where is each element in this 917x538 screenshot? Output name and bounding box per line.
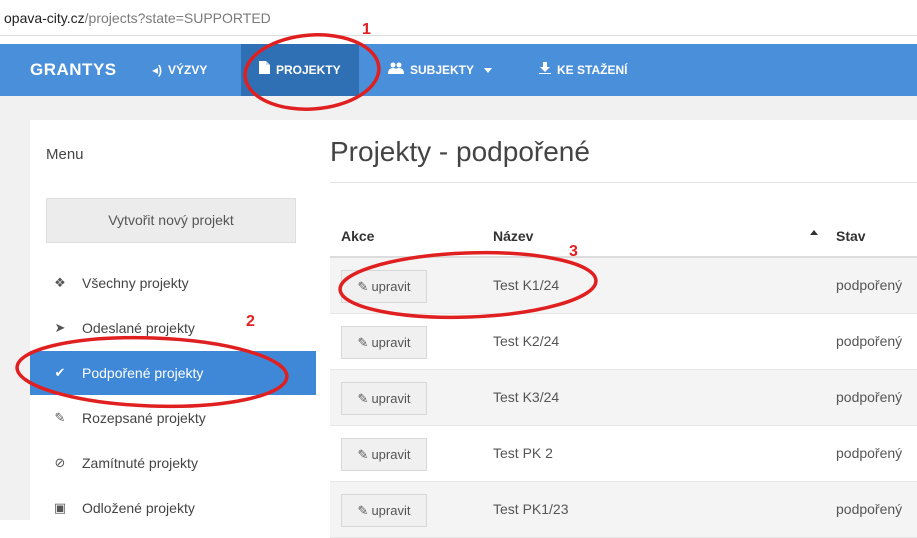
column-header-akce: Akce: [341, 228, 375, 244]
megaphone-icon: ◂): [152, 63, 163, 77]
project-name: Test PK1/23: [493, 501, 569, 517]
annotation-number: 3: [569, 243, 578, 260]
edit-button[interactable]: ✎ upravit: [341, 382, 427, 415]
main-content: Projekty - podpořené Akce Název Stav ✎ up…: [316, 120, 917, 538]
url-path: /projects?state=SUPPORTED: [84, 10, 271, 26]
edit-button[interactable]: ✎ upravit: [341, 326, 427, 359]
nav-vyzvy[interactable]: ◂) VÝZVY: [152, 44, 207, 96]
brand-logo[interactable]: GRANTYS: [30, 44, 117, 96]
edit-label: upravit: [371, 335, 411, 350]
ban-icon: ⊘: [54, 455, 66, 470]
nav-projekty[interactable]: PROJEKTY: [241, 44, 359, 96]
page-title: Projekty - podpořené: [330, 136, 590, 167]
project-name: Test K3/24: [493, 389, 560, 405]
sidebar-item-label: Podpořené projekty: [82, 365, 204, 381]
file-icon: [259, 44, 270, 96]
pencil-icon: ✎: [357, 278, 369, 294]
project-state: podpořený: [836, 333, 903, 349]
sidebar-item-sent[interactable]: ➤ Odeslané projekty: [30, 306, 316, 350]
column-header-nazev[interactable]: Název: [493, 228, 533, 244]
pencil-icon: ✎: [357, 390, 369, 406]
table-row: ✎ upravit Test PK1/23 podpořený: [330, 482, 917, 538]
table-row: ✎ upravit Test PK 2 podpořený: [330, 426, 917, 482]
sidebar-item-rejected[interactable]: ⊘ Zamítnuté projekty: [30, 441, 316, 485]
project-state: podpořený: [836, 389, 903, 405]
sidebar-item-label: Zamítnuté projekty: [82, 455, 198, 471]
project-name: Test PK 2: [493, 445, 553, 461]
project-state: podpořený: [836, 501, 903, 517]
sidebar-item-label: Odložené projekty: [82, 500, 195, 516]
project-state: podpořený: [836, 445, 903, 461]
table-row: ✎ upravit Test K3/24 podpořený: [330, 370, 917, 426]
edit-label: upravit: [371, 503, 411, 518]
sort-ascending-icon[interactable]: [810, 230, 818, 235]
paper-plane-icon: ➤: [54, 320, 66, 335]
project-name: Test K2/24: [493, 333, 560, 349]
check-icon: ✔: [54, 365, 66, 380]
table-row: ✎ upravit Test K2/24 podpořený: [330, 314, 917, 370]
annotation-number: 1: [362, 21, 371, 38]
edit-label: upravit: [371, 279, 411, 294]
edit-button[interactable]: ✎ upravit: [341, 494, 427, 527]
edit-label: upravit: [371, 447, 411, 462]
column-header-stav[interactable]: Stav: [836, 228, 866, 244]
sidebar: Menu Vytvořit nový projekt ❖ Všechny pro…: [30, 120, 316, 520]
new-project-button[interactable]: Vytvořit nový projekt: [46, 198, 296, 243]
project-name: Test K1/24: [493, 277, 560, 293]
nav-projekty-label: PROJEKTY: [276, 63, 341, 77]
chevron-down-icon: [484, 67, 493, 73]
sidebar-item-label: Všechny projekty: [82, 275, 189, 291]
top-navbar: GRANTYS ◂) VÝZVY PROJEKTY SUBJEKTY KE ST…: [0, 44, 917, 96]
table-row: ✎ upravit Test K1/24 podpořený: [330, 258, 917, 314]
sidebar-item-postponed[interactable]: ▣ Odložené projekty: [30, 486, 316, 530]
archive-icon: ▣: [53, 500, 67, 515]
annotation-number: 2: [246, 313, 255, 330]
users-icon: [388, 44, 404, 96]
nav-ke-stazeni[interactable]: KE STAŽENÍ: [539, 44, 627, 96]
sidebar-item-drafts[interactable]: ✎ Rozepsané projekty: [30, 396, 316, 440]
url-host: opava-city.cz: [4, 10, 85, 26]
edit-label: upravit: [371, 391, 411, 406]
address-bar[interactable]: opava-city.cz/projects?state=SUPPORTED: [0, 0, 917, 36]
sidebar-item-supported[interactable]: ✔ Podpořené projekty: [30, 351, 316, 395]
nav-vyzvy-label: VÝZVY: [168, 63, 208, 77]
sidebar-item-label: Odeslané projekty: [82, 320, 195, 336]
divider: [330, 182, 917, 183]
nav-subjekty[interactable]: SUBJEKTY: [388, 44, 493, 96]
cubes-icon: ❖: [54, 275, 66, 290]
nav-ke-stazeni-label: KE STAŽENÍ: [557, 63, 628, 77]
menu-title: Menu: [46, 146, 84, 163]
edit-button[interactable]: ✎ upravit: [341, 270, 427, 303]
pencil-icon: ✎: [357, 502, 369, 518]
pencil-icon: ✎: [357, 446, 369, 462]
sidebar-item-all[interactable]: ❖ Všechny projekty: [30, 261, 316, 305]
download-icon: [539, 44, 551, 96]
project-state: podpořený: [836, 277, 903, 293]
sidebar-item-label: Rozepsané projekty: [82, 410, 206, 426]
pencil-icon: ✎: [54, 410, 66, 425]
edit-button[interactable]: ✎ upravit: [341, 438, 427, 471]
nav-subjekty-label: SUBJEKTY: [410, 63, 475, 77]
pencil-icon: ✎: [357, 334, 369, 350]
